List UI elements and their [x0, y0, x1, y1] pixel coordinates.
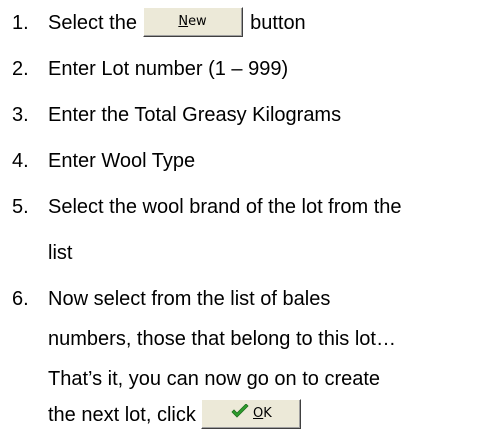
step-text: Select the New button [48, 0, 306, 46]
final-line-text: the next lot, click [48, 404, 196, 426]
step-text-after: button [250, 12, 306, 34]
step-number: 6. [12, 288, 29, 310]
step-number: 3. [12, 104, 29, 126]
final-line: the next lot, click OK [48, 392, 302, 438]
new-button-mnemonic: N [178, 13, 189, 29]
step-number: 1. [12, 12, 29, 34]
step-5-continuation: list [48, 242, 73, 264]
step-text: Select the wool brand of the lot from th… [48, 196, 402, 218]
step-number: 2. [12, 58, 29, 80]
step-text: Enter the Total Greasy Kilograms [48, 104, 342, 126]
ok-button[interactable]: OK [201, 398, 302, 429]
step-text: Enter Wool Type [48, 150, 196, 172]
step-text-before: Select the [48, 12, 137, 34]
step-number: 4. [12, 150, 29, 172]
checkmark-icon [231, 404, 249, 418]
ok-button-label: K [263, 405, 272, 421]
new-button-label: ew [188, 13, 207, 29]
step-number: 5. [12, 196, 29, 218]
new-button[interactable]: New [142, 6, 243, 37]
ok-button-mnemonic: O [253, 405, 264, 421]
step-text: Enter Lot number (1 – 999) [48, 58, 289, 80]
